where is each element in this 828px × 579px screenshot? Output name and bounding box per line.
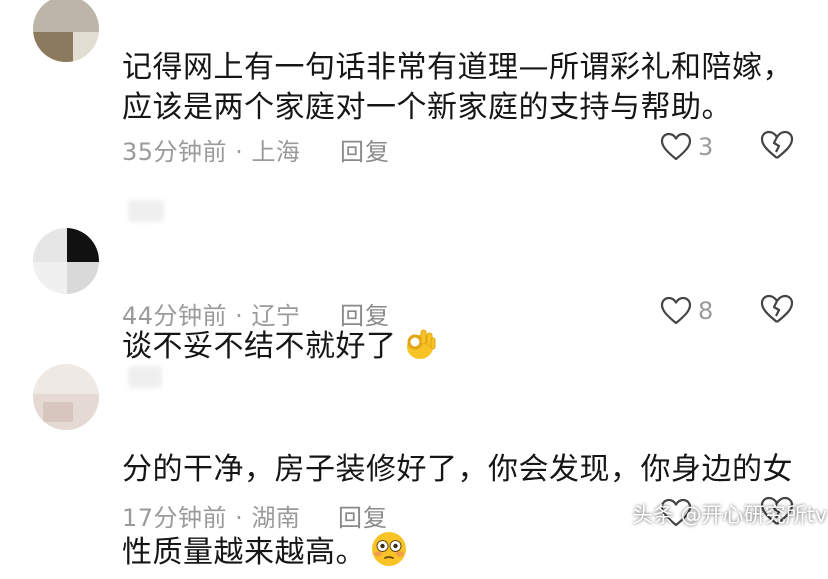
heart-icon xyxy=(660,296,692,325)
comment-time: 17分钟前 xyxy=(122,504,228,532)
dislike-button[interactable] xyxy=(760,129,796,165)
comment-time: 44分钟前 xyxy=(122,302,228,330)
ok-hand-emoji xyxy=(401,286,437,373)
comment-location: 辽宁 xyxy=(251,302,301,330)
username xyxy=(128,200,164,222)
like-count: 8 xyxy=(698,297,714,325)
reply-button[interactable]: 回复 xyxy=(340,296,390,331)
avatar[interactable] xyxy=(33,364,99,430)
like-button[interactable]: 3 xyxy=(660,129,720,165)
meta-separator: · xyxy=(227,504,252,532)
dislike-button[interactable] xyxy=(760,293,796,329)
reply-button[interactable]: 回复 xyxy=(340,132,390,167)
like-button[interactable]: 8 xyxy=(660,293,720,329)
comment-text: 记得网上有一句话非常有道理—所谓彩礼和陪嫁， 应该是两个家庭对一个新家庭的支持与… xyxy=(122,50,793,125)
comment-meta: 17分钟前 · 湖南 xyxy=(122,498,300,533)
avatar[interactable] xyxy=(33,228,99,294)
comment-location: 上海 xyxy=(251,138,301,166)
comment-time: 35分钟前 xyxy=(122,138,228,166)
username xyxy=(128,366,162,388)
meta-separator: · xyxy=(227,138,252,166)
heart-icon xyxy=(660,132,692,161)
watermark: 头条 @开心研究所tv xyxy=(632,503,828,527)
avatar[interactable] xyxy=(33,0,99,62)
comment-meta: 35分钟前 · 上海 xyxy=(122,132,300,167)
comment-text-content: 谈不妥不结不就好了 xyxy=(122,329,397,364)
meta-separator: · xyxy=(227,302,252,330)
reply-button[interactable]: 回复 xyxy=(338,498,388,533)
broken-heart-icon xyxy=(760,294,794,323)
comment-meta: 44分钟前 · 辽宁 xyxy=(122,296,300,331)
like-count: 3 xyxy=(698,133,714,161)
comment-location: 湖南 xyxy=(251,504,301,532)
broken-heart-icon xyxy=(760,130,794,159)
